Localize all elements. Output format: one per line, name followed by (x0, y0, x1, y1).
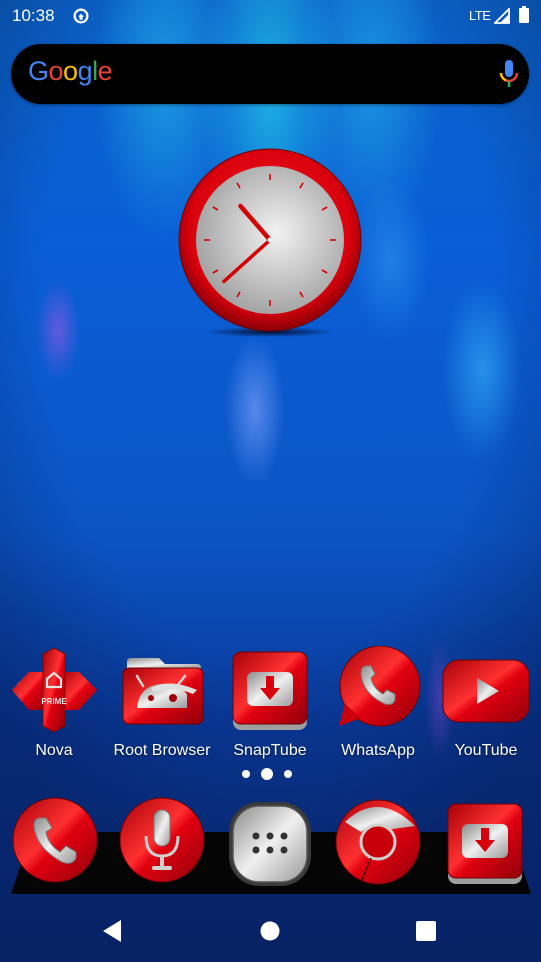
navigation-bar (0, 900, 541, 962)
whatsapp-icon (339, 646, 421, 727)
app-drawer-icon[interactable] (225, 796, 315, 888)
app-nova[interactable]: PRIME Nova (0, 640, 108, 765)
google-logo: Google (28, 56, 113, 87)
svg-text:PRIME: PRIME (41, 697, 67, 706)
google-logo-letter: g (77, 56, 93, 86)
google-logo-letter: o (48, 56, 64, 86)
clock-center-pin (267, 237, 273, 243)
status-time: 10:38 (12, 6, 55, 25)
page-dot-active[interactable] (261, 768, 273, 780)
app-label: SnapTube (233, 742, 307, 759)
status-bar: 10:38 LTE (0, 0, 541, 34)
nova-prime-icon: PRIME (12, 647, 97, 732)
home-apps-row: PRIME Nova Root Browser SnapTube WhatsAp… (0, 640, 541, 770)
app-root-browser[interactable]: Root Browser (108, 640, 216, 765)
page-dot[interactable] (284, 770, 292, 778)
page-indicator (240, 768, 302, 782)
snaptube-icon (232, 651, 308, 730)
google-logo-letter: G (28, 56, 49, 86)
app-label: WhatsApp (341, 742, 415, 759)
snaptube-dock-icon[interactable] (440, 796, 530, 888)
signal-icon (494, 8, 510, 24)
data-saver-icon (73, 8, 89, 24)
phone-icon[interactable] (10, 796, 100, 888)
chrome-icon[interactable] (333, 796, 423, 888)
dock (0, 796, 541, 891)
google-logo-letter: e (97, 56, 113, 86)
home-screen: 10:38 LTE Google PRIME Nova Root Browser… (0, 0, 541, 962)
app-snaptube[interactable]: SnapTube (216, 640, 324, 765)
google-search-bar[interactable]: Google (11, 44, 529, 104)
app-label: YouTube (454, 742, 518, 759)
network-type: LTE (469, 8, 491, 23)
mic-icon[interactable] (496, 58, 522, 90)
youtube-icon (442, 659, 530, 723)
app-label: Root Browser (113, 742, 211, 759)
app-whatsapp[interactable]: WhatsApp (324, 640, 432, 765)
recents-icon[interactable] (411, 916, 441, 946)
app-label: Nova (35, 742, 73, 759)
analog-clock-widget[interactable] (178, 148, 362, 338)
page-dot[interactable] (242, 770, 250, 778)
app-youtube[interactable]: YouTube (432, 640, 540, 765)
voice-search-mic-icon[interactable] (117, 796, 207, 888)
home-icon[interactable] (255, 916, 285, 946)
google-logo-letter: o (63, 56, 78, 86)
back-icon[interactable] (98, 916, 128, 946)
root-browser-icon (122, 658, 204, 725)
battery-icon (519, 6, 529, 23)
